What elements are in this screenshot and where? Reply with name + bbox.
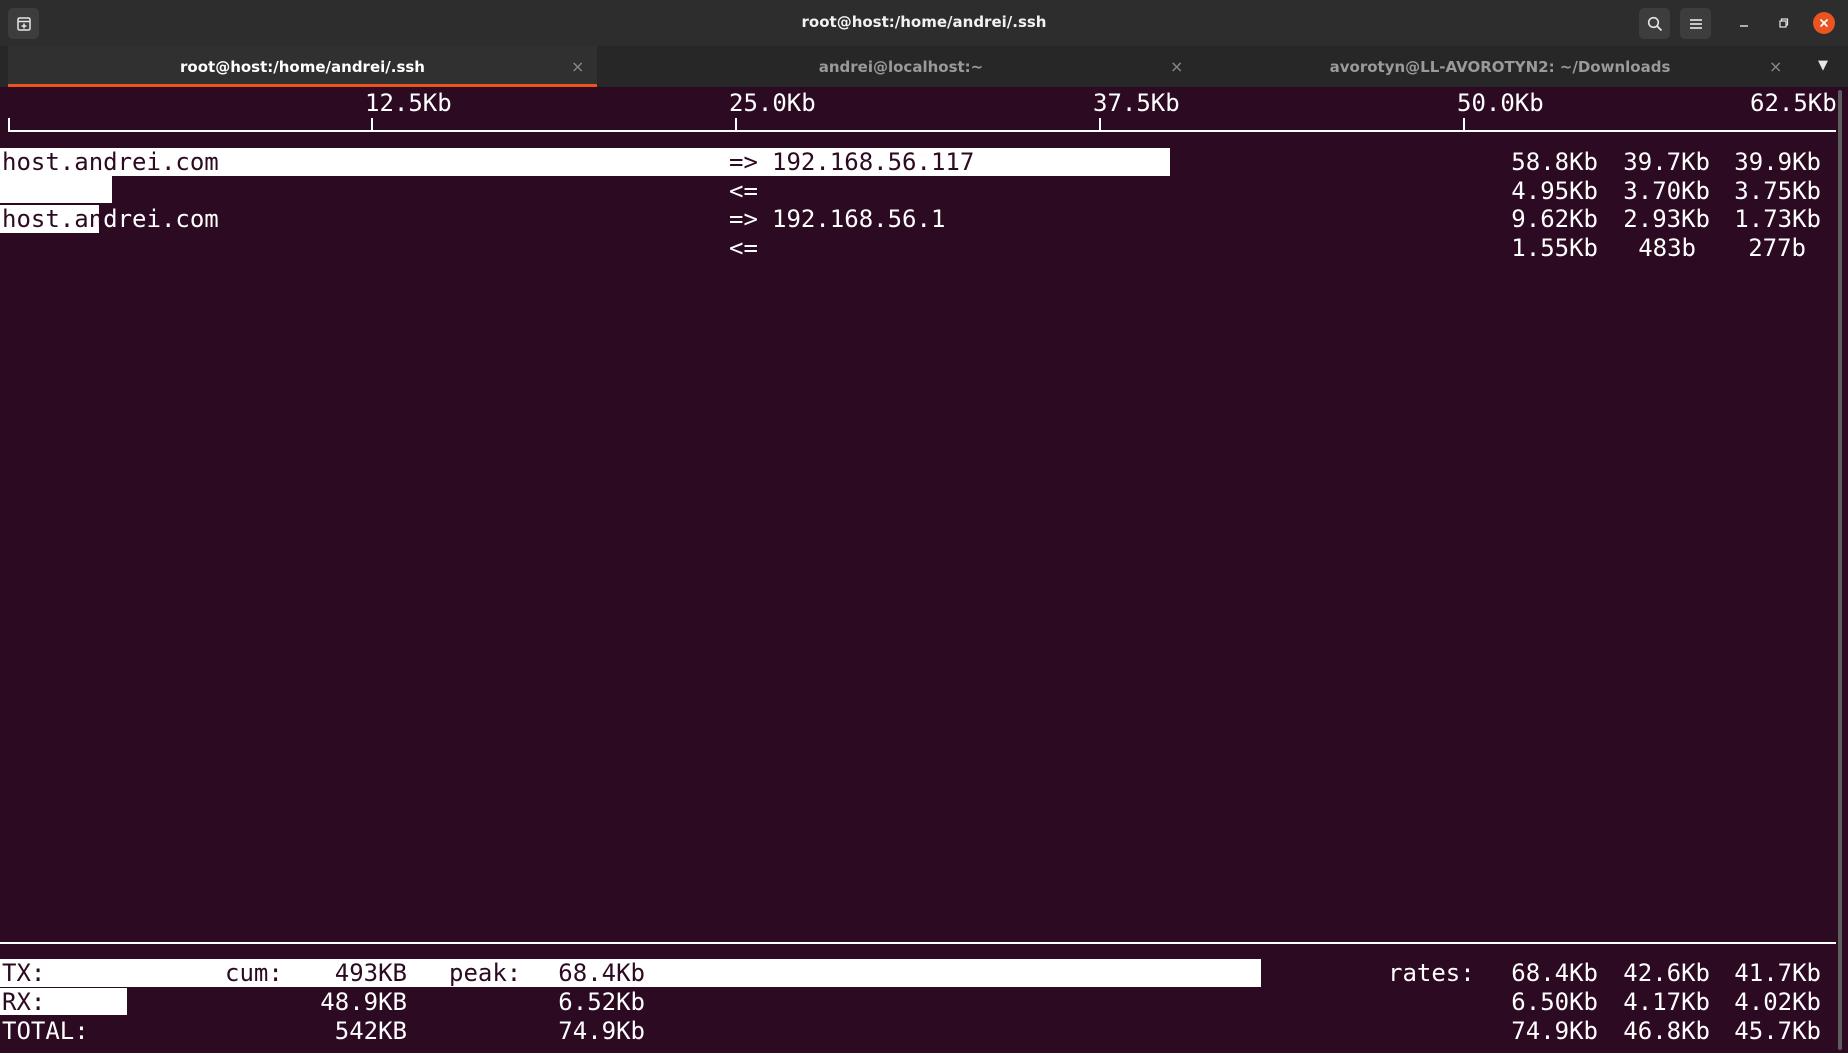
total-cum: 542KB bbox=[334, 1017, 407, 1045]
maximize-icon bbox=[1779, 18, 1789, 28]
peak-label: peak: bbox=[449, 959, 522, 987]
local-host-rest-part: drei.com bbox=[103, 205, 219, 233]
rate-2s: 4.95Kb bbox=[1511, 177, 1598, 205]
rate-10s: 2.93Kb bbox=[1623, 205, 1710, 233]
rate-10s: 483b bbox=[1638, 234, 1696, 262]
direction-arrow: <= bbox=[729, 177, 758, 205]
traffic-bar bbox=[0, 176, 112, 203]
rate-40s: 41.7Kb bbox=[1734, 959, 1821, 987]
maximize-button[interactable] bbox=[1773, 12, 1795, 34]
tab-root-ssh[interactable]: root@host:/home/andrei/.ssh bbox=[8, 46, 597, 87]
rate-40s: 45.7Kb bbox=[1734, 1017, 1821, 1045]
direction-arrow: <= bbox=[729, 234, 758, 262]
rate-2s: 68.4Kb bbox=[1511, 959, 1598, 987]
rate-10s: 46.8Kb bbox=[1623, 1017, 1710, 1045]
rate-40s: 277b bbox=[1748, 234, 1806, 262]
menu-button[interactable] bbox=[1680, 8, 1711, 39]
rate-40s: 1.73Kb bbox=[1734, 205, 1821, 233]
remote-host: 192.168.56.117 bbox=[772, 148, 975, 176]
direction-arrow: => bbox=[729, 205, 758, 233]
rx-cum: 48.9KB bbox=[320, 988, 407, 1016]
rate-2s: 9.62Kb bbox=[1511, 205, 1598, 233]
tx-cum: 493KB bbox=[334, 959, 407, 987]
scale-tick bbox=[735, 118, 737, 131]
total-label: TOTAL: bbox=[2, 1017, 89, 1045]
tab-label: root@host:/home/andrei/.ssh bbox=[180, 57, 425, 76]
rate-2s: 58.8Kb bbox=[1511, 148, 1598, 176]
rate-10s: 42.6Kb bbox=[1623, 959, 1710, 987]
minimize-button[interactable] bbox=[1733, 12, 1755, 34]
window-title: root@host:/home/andrei/.ssh bbox=[801, 13, 1047, 31]
rate-10s: 4.17Kb bbox=[1623, 988, 1710, 1016]
tx-label: TX: bbox=[2, 959, 46, 987]
tab-list-dropdown-icon[interactable]: ▼ bbox=[1818, 58, 1828, 73]
search-icon bbox=[1647, 16, 1662, 31]
hamburger-menu-icon bbox=[1689, 18, 1702, 29]
close-icon bbox=[1819, 18, 1829, 28]
scale-axis-line bbox=[8, 130, 1836, 132]
tab-bar: root@host:/home/andrei/.ssh × andrei@loc… bbox=[0, 46, 1848, 87]
remote-host: 192.168.56.1 bbox=[772, 205, 946, 233]
direction-arrow: => bbox=[729, 148, 758, 176]
minimize-icon bbox=[1740, 25, 1748, 27]
search-button[interactable] bbox=[1639, 8, 1670, 39]
tab-andrei-localhost[interactable]: andrei@localhost:~ bbox=[606, 46, 1196, 87]
rate-2s: 74.9Kb bbox=[1511, 1017, 1598, 1045]
total-peak: 74.9Kb bbox=[558, 1017, 645, 1045]
scale-label: 25.0Kb bbox=[729, 89, 816, 117]
title-bar: root@host:/home/andrei/.ssh bbox=[0, 0, 1848, 46]
rate-10s: 39.7Kb bbox=[1623, 148, 1710, 176]
tab-close-icon[interactable]: × bbox=[571, 57, 584, 76]
rate-10s: 3.70Kb bbox=[1623, 177, 1710, 205]
rate-40s: 4.02Kb bbox=[1734, 988, 1821, 1016]
scale-label: 50.0Kb bbox=[1457, 89, 1544, 117]
scale-label: 12.5Kb bbox=[365, 89, 452, 117]
rx-peak: 6.52Kb bbox=[558, 988, 645, 1016]
local-host-highlighted-part: host.an bbox=[2, 205, 104, 233]
scale-tick bbox=[371, 118, 373, 131]
cum-label: cum: bbox=[225, 959, 283, 987]
rate-40s: 3.75Kb bbox=[1734, 177, 1821, 205]
local-host: host.andrei.com bbox=[2, 148, 219, 176]
tab-label: andrei@localhost:~ bbox=[818, 57, 984, 76]
tab-close-icon[interactable]: × bbox=[1170, 57, 1183, 76]
tab-close-icon[interactable]: × bbox=[1769, 57, 1782, 76]
tab-label: avorotyn@LL-AVOROTYN2: ~/Downloads bbox=[1329, 57, 1671, 76]
scale-tick bbox=[8, 118, 10, 131]
close-button[interactable] bbox=[1813, 12, 1835, 34]
tx-peak: 68.4Kb bbox=[558, 959, 645, 987]
scale-tick bbox=[1463, 118, 1465, 131]
scale-tick bbox=[1099, 118, 1101, 131]
rate-2s: 1.55Kb bbox=[1511, 234, 1598, 262]
scale-label: 37.5Kb bbox=[1093, 89, 1180, 117]
rx-label: RX: bbox=[2, 988, 46, 1016]
tab-avorotyn-downloads[interactable]: avorotyn@LL-AVOROTYN2: ~/Downloads bbox=[1205, 46, 1795, 87]
terminal-scrollbar[interactable] bbox=[1838, 90, 1842, 1050]
rate-40s: 39.9Kb bbox=[1734, 148, 1821, 176]
rate-2s: 6.50Kb bbox=[1511, 988, 1598, 1016]
local-host: host.andrei.com bbox=[2, 205, 219, 233]
rates-label: rates: bbox=[1388, 959, 1475, 987]
scale-label: 62.5Kb bbox=[1750, 89, 1837, 117]
totals-separator bbox=[0, 942, 1836, 944]
